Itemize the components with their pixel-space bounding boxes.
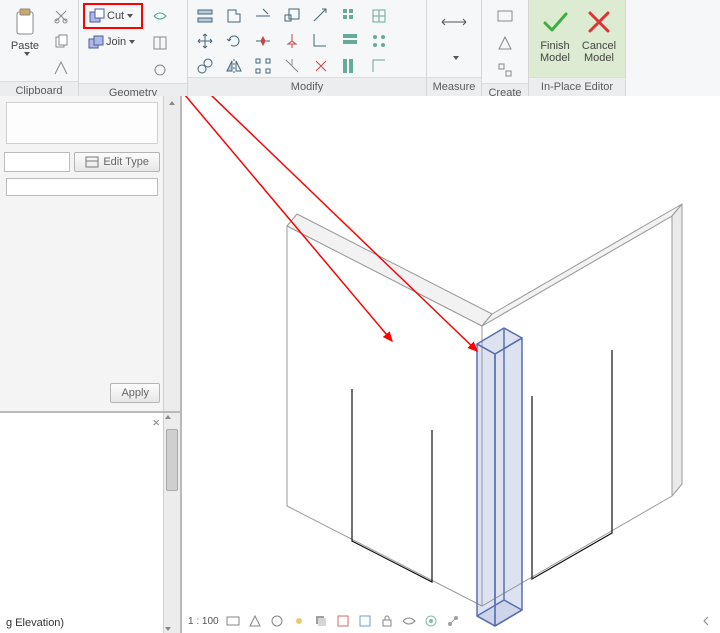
delete-icon[interactable] [308, 53, 334, 79]
detail-level-icon[interactable] [247, 613, 263, 629]
rotate-icon[interactable] [221, 28, 247, 54]
shadows-icon[interactable] [313, 613, 329, 629]
cancel-model-button[interactable]: Cancel Model [577, 3, 621, 65]
type-selector[interactable] [6, 102, 158, 144]
ribbon: Paste Clipboard Cut Join [0, 0, 720, 97]
panel-measure: Measure [427, 0, 482, 96]
edit-type-button[interactable]: Edit Type [74, 152, 160, 172]
grid-icon5[interactable] [366, 28, 392, 54]
offset-icon[interactable] [221, 3, 247, 29]
corner-trim-icon[interactable] [308, 28, 334, 54]
scroll-left-icon[interactable] [698, 613, 714, 629]
close-icon[interactable]: × [152, 415, 160, 430]
array-icon[interactable] [250, 53, 276, 79]
browser-scrollbar[interactable] [163, 413, 180, 633]
mirror-icon[interactable] [221, 53, 247, 79]
view-control-bar: 1 : 100 [188, 611, 714, 631]
split-icon[interactable] [250, 28, 276, 54]
split-face-icon[interactable] [147, 30, 173, 56]
grid-icon3[interactable] [337, 53, 363, 79]
reveal-hidden-icon[interactable] [423, 613, 439, 629]
align-icon[interactable] [192, 3, 218, 29]
chevron-down-icon [127, 14, 133, 18]
model-3d-view [182, 96, 720, 633]
crop-region-icon[interactable] [357, 613, 373, 629]
move-icon[interactable] [192, 28, 218, 54]
panel-clipboard: Paste Clipboard [0, 0, 79, 96]
modify-tools-grid [192, 3, 392, 77]
cut-clipboard-icon[interactable] [48, 3, 74, 29]
cut-geometry-button[interactable]: Cut [83, 3, 143, 29]
paste-button[interactable]: Paste [4, 3, 46, 57]
finish-model-button[interactable]: Finish Model [533, 3, 577, 65]
grid-icon4[interactable] [366, 3, 392, 29]
finish-model-label: Finish Model [540, 40, 570, 64]
grid-icon2[interactable] [337, 28, 363, 54]
crop-view-icon[interactable] [335, 613, 351, 629]
panel-create: Create [482, 0, 529, 96]
measure-button[interactable] [431, 3, 477, 61]
unpin-icon[interactable] [279, 53, 305, 79]
visual-style-icon[interactable] [269, 613, 285, 629]
panel-title-measure: Measure [427, 77, 481, 96]
create-icon3[interactable] [492, 57, 518, 83]
paste-label: Paste [11, 40, 39, 52]
join-geometry-button[interactable]: Join [83, 30, 143, 54]
model-canvas[interactable]: 1 : 100 [182, 96, 720, 633]
main-area: Edit Type Apply × g Elevation) [0, 96, 720, 633]
cope-icon[interactable] [147, 3, 173, 29]
join-label: Join [106, 36, 126, 48]
scale-icon[interactable] [279, 3, 305, 29]
grid-icon6[interactable] [366, 53, 392, 79]
chevron-down-icon [129, 40, 135, 44]
geom-extra-icon[interactable] [147, 57, 173, 83]
project-browser: × g Elevation) [0, 411, 180, 633]
chevron-down-icon [24, 52, 30, 56]
panel-inplace-editor: Finish Model Cancel Model In-Place Edito… [529, 0, 626, 96]
copy-move-icon[interactable] [192, 53, 218, 79]
panel-title-inplace: In-Place Editor [529, 77, 625, 96]
instance-dropdown[interactable] [4, 152, 70, 172]
property-row[interactable] [6, 178, 158, 196]
cancel-model-label: Cancel Model [582, 40, 616, 64]
apply-button[interactable]: Apply [110, 383, 160, 403]
panel-geometry: Cut Join Geometry [79, 0, 188, 96]
edit-type-label: Edit Type [103, 156, 149, 168]
trim-icon[interactable] [250, 3, 276, 29]
panel-modify: Modify [188, 0, 427, 96]
pin-icon[interactable] [279, 28, 305, 54]
grid-icon1[interactable] [337, 3, 363, 29]
panel-title-modify: Modify [188, 77, 426, 96]
extend-icon[interactable] [308, 3, 334, 29]
sun-path-icon[interactable] [291, 613, 307, 629]
lock-3d-icon[interactable] [379, 613, 395, 629]
create-icon2[interactable] [492, 30, 518, 56]
create-icon1[interactable] [492, 3, 518, 29]
tree-item[interactable]: g Elevation) [6, 617, 160, 629]
worksharing-icon[interactable] [445, 613, 461, 629]
graphic-display-icon[interactable] [225, 613, 241, 629]
match-icon[interactable] [48, 55, 74, 81]
cut-label: Cut [107, 10, 124, 22]
temp-hide-icon[interactable] [401, 613, 417, 629]
view-scale[interactable]: 1 : 100 [188, 616, 219, 627]
copy-icon[interactable] [48, 29, 74, 55]
properties-palette: Edit Type Apply × g Elevation) [0, 96, 182, 633]
chevron-down-icon [453, 56, 459, 60]
